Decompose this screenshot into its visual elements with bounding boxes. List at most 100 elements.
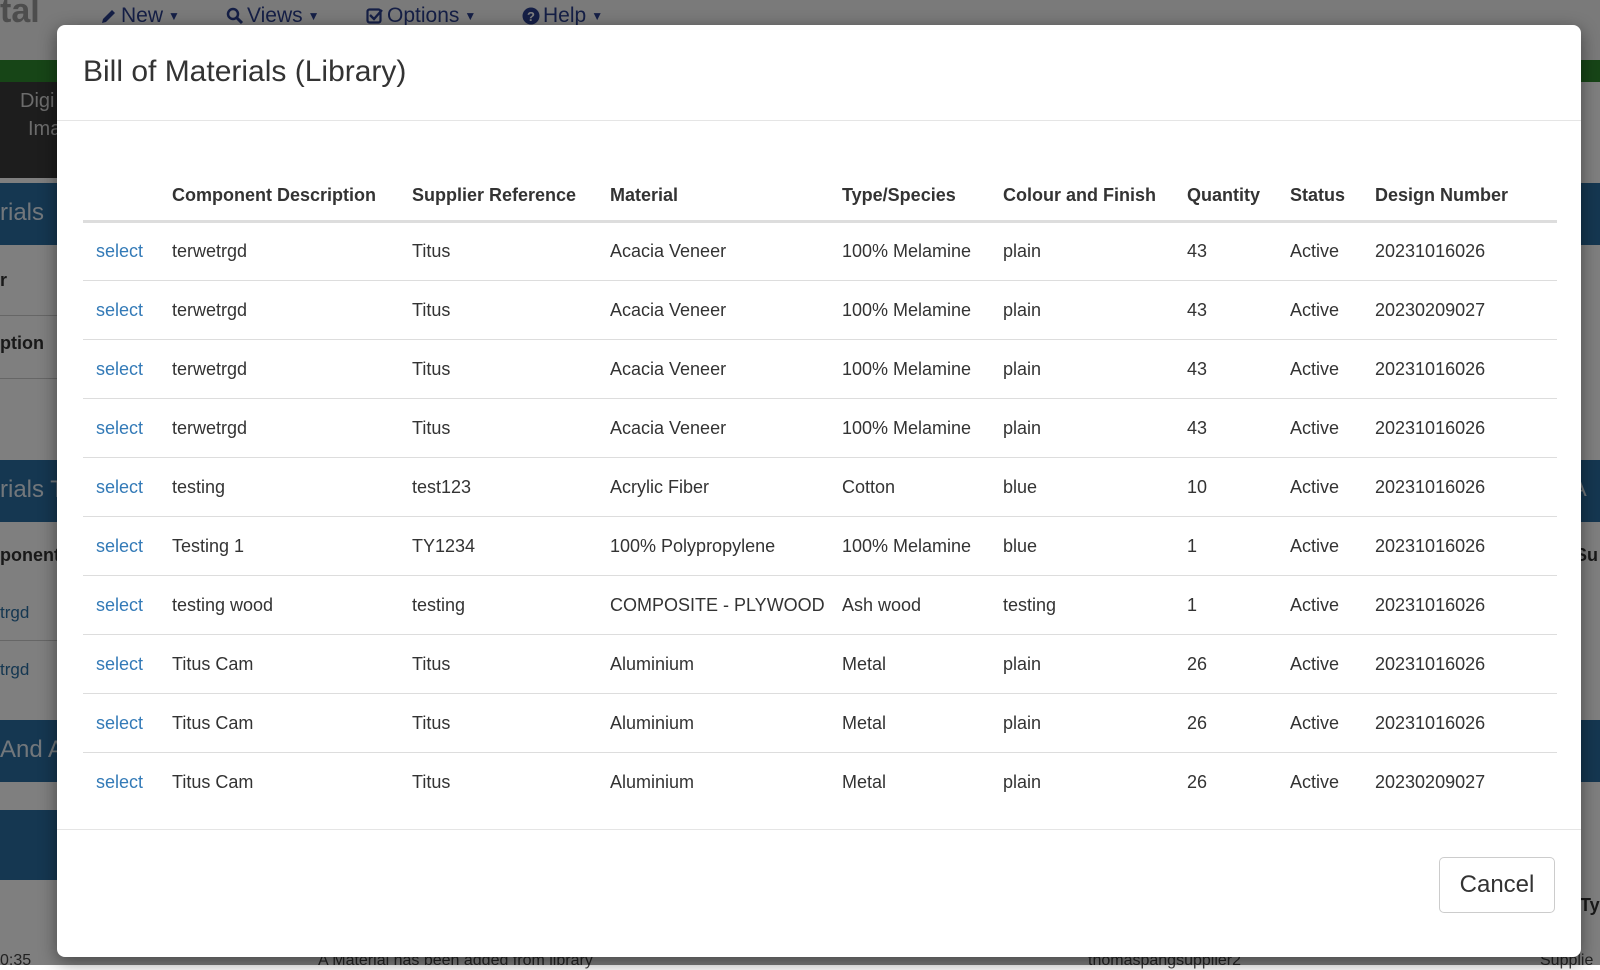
select-link[interactable]: select [96, 713, 143, 733]
cell-colour: blue [990, 457, 1174, 517]
cell-type: Cotton [829, 457, 990, 517]
select-link[interactable]: select [96, 241, 143, 261]
select-link[interactable]: select [96, 772, 143, 792]
column-header: Design Number [1362, 170, 1557, 223]
cell-supplier: TY1234 [399, 516, 597, 576]
cell-status: Active [1277, 280, 1362, 340]
cell-component: Titus Cam [159, 634, 399, 694]
cell-material: COMPOSITE - PLYWOOD [597, 575, 829, 635]
cell-component: terwetrgd [159, 398, 399, 458]
table-row: select testing test123 Acrylic Fiber Cot… [83, 457, 1557, 517]
table-header-row: Component Description Supplier Reference… [83, 170, 1557, 223]
select-link[interactable]: select [96, 359, 143, 379]
cell-type: Ash wood [829, 575, 990, 635]
cell-design-number: 20231016026 [1362, 516, 1557, 576]
column-header: Quantity [1174, 170, 1277, 223]
cell-quantity: 1 [1174, 575, 1277, 635]
select-link[interactable]: select [96, 654, 143, 674]
cell-supplier: Titus [399, 398, 597, 458]
cell-status: Active [1277, 575, 1362, 635]
cell-design-number: 20231016026 [1362, 339, 1557, 399]
select-link[interactable]: select [96, 477, 143, 497]
cell-quantity: 26 [1174, 693, 1277, 753]
cell-design-number: 20231016026 [1362, 634, 1557, 694]
cell-component: Testing 1 [159, 516, 399, 576]
cell-supplier: Titus [399, 339, 597, 399]
cell-type: 100% Melamine [842, 241, 972, 261]
cell-type: Metal [829, 693, 990, 753]
select-link[interactable]: select [96, 418, 143, 438]
cell-supplier: Titus [399, 693, 597, 753]
bom-library-modal: Bill of Materials (Library) Component De… [57, 25, 1581, 957]
cell-supplier: Titus [399, 280, 597, 340]
column-header: Material [597, 170, 829, 223]
column-header: Component Description [159, 170, 399, 223]
cell-design-number: 20231016026 [1362, 398, 1557, 458]
cell-design-number: 20230209027 [1362, 752, 1557, 811]
modal-title: Bill of Materials (Library) [83, 55, 407, 88]
cell-status: Active [1277, 516, 1362, 576]
table-row: select Titus Cam Titus Aluminium Metal p… [83, 752, 1557, 811]
bom-library-table: Component Description Supplier Reference… [83, 170, 1557, 811]
cell-type: Metal [829, 752, 990, 811]
cell-supplier: Titus [399, 752, 597, 811]
cell-design-number: 20231016026 [1362, 575, 1557, 635]
table-row: select terwetrgd Titus Acacia Veneer 100… [83, 222, 1557, 281]
cell-material: Acrylic Fiber [597, 457, 829, 517]
cell-colour: plain [990, 280, 1174, 340]
cell-supplier: Titus [399, 634, 597, 694]
cell-quantity: 43 [1187, 241, 1208, 261]
cell-component: testing wood [159, 575, 399, 635]
cell-supplier: test123 [399, 457, 597, 517]
cell-status: Active [1290, 241, 1340, 261]
select-link[interactable]: select [96, 595, 143, 615]
cell-material: Acacia Veneer [597, 398, 829, 458]
cell-design-number: 20230209027 [1362, 280, 1557, 340]
cell-design-number: 20231016026 [1362, 457, 1557, 517]
modal-header: Bill of Materials (Library) [57, 25, 1581, 121]
cell-colour: plain [990, 752, 1174, 811]
cell-colour: testing [990, 575, 1174, 635]
cell-type: 100% Melamine [829, 516, 990, 576]
table-row: select Testing 1 TY1234 100% Polypropyle… [83, 516, 1557, 576]
table-row: select Titus Cam Titus Aluminium Metal p… [83, 634, 1557, 694]
cell-status: Active [1277, 752, 1362, 811]
cell-status: Active [1277, 339, 1362, 399]
column-header: Type/Species [829, 170, 990, 223]
cell-quantity: 26 [1174, 752, 1277, 811]
table-row: select terwetrgd Titus Acacia Veneer 100… [83, 398, 1557, 458]
cell-colour: plain [1003, 241, 1042, 261]
cell-quantity: 43 [1174, 339, 1277, 399]
cell-quantity: 26 [1174, 634, 1277, 694]
cell-component: terwetrgd [172, 241, 248, 261]
table-row: select Titus Cam Titus Aluminium Metal p… [83, 693, 1557, 753]
cell-quantity: 1 [1174, 516, 1277, 576]
select-link[interactable]: select [96, 536, 143, 556]
cell-colour: plain [990, 634, 1174, 694]
cell-colour: plain [990, 693, 1174, 753]
cell-type: 100% Melamine [829, 280, 990, 340]
column-header [83, 170, 159, 223]
cell-colour: plain [990, 339, 1174, 399]
select-link[interactable]: select [96, 300, 143, 320]
column-header: Supplier Reference [399, 170, 597, 223]
cell-design-number: 20231016026 [1362, 693, 1557, 753]
cell-component: Titus Cam [159, 693, 399, 753]
cell-colour: plain [990, 398, 1174, 458]
cell-quantity: 10 [1174, 457, 1277, 517]
cell-material: Acacia Veneer [597, 339, 829, 399]
cell-material: Aluminium [597, 752, 829, 811]
cell-quantity: 43 [1174, 398, 1277, 458]
cell-supplier: Titus [412, 241, 451, 261]
cell-component: terwetrgd [159, 280, 399, 340]
cell-supplier: testing [399, 575, 597, 635]
cell-material: Acacia Veneer [610, 241, 727, 261]
cell-design-number: 20231016026 [1375, 241, 1486, 261]
cell-status: Active [1277, 693, 1362, 753]
cell-type: 100% Melamine [829, 339, 990, 399]
modal-body: Component Description Supplier Reference… [83, 170, 1557, 811]
cancel-button[interactable]: Cancel [1439, 857, 1555, 913]
column-header: Status [1277, 170, 1362, 223]
cell-status: Active [1277, 634, 1362, 694]
column-header: Colour and Finish [990, 170, 1174, 223]
